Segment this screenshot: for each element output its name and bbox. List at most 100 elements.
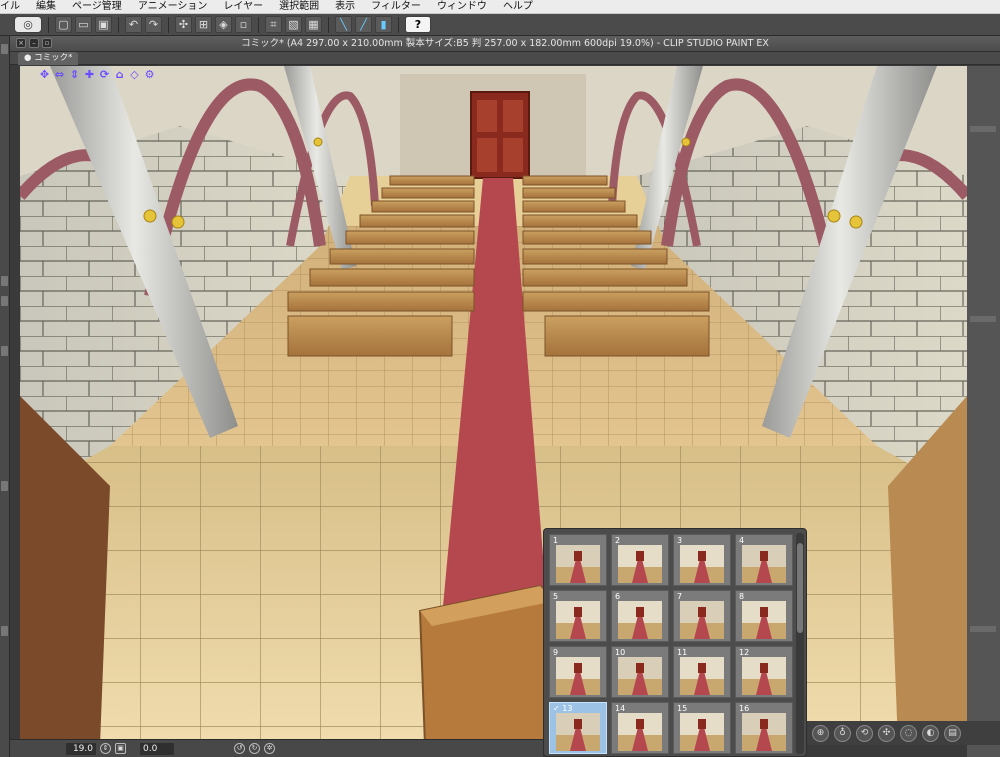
save-icon[interactable]: ▣	[95, 16, 112, 33]
preset-thumbnail[interactable]: 8	[735, 590, 793, 642]
preset-thumbnail[interactable]: 4	[735, 534, 793, 586]
fill-icon[interactable]: ◈	[215, 16, 232, 33]
menu-page-management[interactable]: ページ管理	[64, 0, 130, 14]
preset-scrollbar[interactable]	[796, 533, 804, 754]
menu-animation[interactable]: アニメーション	[130, 0, 216, 14]
scrollbar-thumb[interactable]	[797, 543, 803, 633]
zoom-fit-icon[interactable]: ▣	[115, 743, 126, 754]
canvas-area[interactable]	[20, 66, 967, 745]
preset-thumbnail-label: 11	[677, 648, 688, 657]
undo-icon[interactable]: ↶	[125, 16, 142, 33]
preset-thumbnail-label: 10	[615, 648, 626, 657]
menu-filter[interactable]: フィルター	[363, 0, 429, 14]
rotate-right-icon[interactable]: ↻	[249, 743, 260, 754]
dock-handle[interactable]	[1, 276, 8, 286]
menu-view[interactable]: 表示	[327, 0, 363, 14]
dock-handle[interactable]	[1, 346, 8, 356]
menu-edit[interactable]: 編集	[28, 0, 64, 14]
preset-thumbnail-label: 2	[615, 536, 621, 545]
preset-thumbnail-image	[618, 601, 662, 639]
object-list-icon[interactable]: ▤	[944, 724, 961, 742]
preset-thumbnail[interactable]: 5	[549, 590, 607, 642]
camera-tool-bar: ⊕ ♁ ⟲ ✣ ◌ ◐ ▤	[806, 721, 1000, 745]
preset-thumbnail[interactable]: 1	[549, 534, 607, 586]
preset-thumbnail[interactable]: 6	[611, 590, 669, 642]
dock-handle[interactable]	[1, 296, 8, 306]
snap-grid-icon[interactable]: ▮	[375, 16, 392, 33]
settings-object-icon[interactable]: ⚙	[143, 68, 156, 81]
preset-thumbnail-label: ✓ 13	[553, 704, 573, 713]
menu-help[interactable]: ヘルプ	[495, 0, 541, 14]
camera-orbit-icon[interactable]: ⟲	[856, 724, 873, 742]
preset-thumbnail-grid: 1 2 3 4 5 6 7 8 9 10 11 12 ✓ 13 14 15 16	[549, 534, 793, 755]
clear-icon[interactable]: ▫	[235, 16, 252, 33]
preset-thumbnail[interactable]: 12	[735, 646, 793, 698]
clip-studio-icon[interactable]: ◎	[14, 16, 42, 33]
crop-icon[interactable]: ⌗	[265, 16, 282, 33]
snap-icon[interactable]: ▦	[305, 16, 322, 33]
camera-lamp-icon[interactable]: ♁	[834, 724, 851, 742]
dock-handle[interactable]	[1, 44, 8, 54]
preset-thumbnail[interactable]: 7	[673, 590, 731, 642]
preset-thumbnail[interactable]: 10	[611, 646, 669, 698]
snap-ruler-icon[interactable]: ╲	[335, 16, 352, 33]
command-bar: ◎ ▢ ▭ ▣ ↶ ↷ ✣ ⊞ ◈ ▫ ⌗ ▧ ▦ ╲ ╱ ▮ ?	[0, 14, 1000, 36]
tab-comic[interactable]: ● コミック*	[18, 52, 79, 65]
preset-thumbnail-image	[742, 657, 786, 695]
move-camera-icon[interactable]: ✥	[38, 68, 51, 81]
camera-rotate-icon[interactable]: ⊕	[812, 724, 829, 742]
preset-thumbnail[interactable]: ✓ 13	[549, 702, 607, 754]
rotate-left-icon[interactable]: ↺	[234, 743, 245, 754]
menu-window[interactable]: ウィンドウ	[429, 0, 495, 14]
maximize-window-icon[interactable]: ▫	[42, 38, 52, 48]
zoom-stepper-icon[interactable]: ⇕	[100, 743, 111, 754]
select-icon[interactable]: ▧	[285, 16, 302, 33]
menu-file[interactable]: イル	[0, 0, 28, 14]
preset-thumbnail-label: 8	[739, 592, 745, 601]
close-window-icon[interactable]: ×	[16, 38, 26, 48]
preset-thumbnail-image	[556, 545, 600, 583]
help-button[interactable]: ?	[405, 16, 431, 33]
dock-handle[interactable]	[1, 481, 8, 491]
new-file-icon[interactable]: ▢	[55, 16, 72, 33]
material-icon[interactable]: ◐	[922, 724, 939, 742]
transform-icon[interactable]: ✣	[175, 16, 192, 33]
preset-thumbnail[interactable]: 15	[673, 702, 731, 754]
menu-selection[interactable]: 選択範囲	[271, 0, 327, 14]
preset-thumbnail[interactable]: 16	[735, 702, 793, 754]
vertical-move-icon[interactable]: ⇕	[68, 68, 81, 81]
pan-camera-icon[interactable]: ⇔	[53, 68, 66, 81]
rotate-icon[interactable]: ⟳	[98, 68, 111, 81]
camera-zoom-icon[interactable]: ◌	[900, 724, 917, 742]
plane-move-icon[interactable]: ✚	[83, 68, 96, 81]
camera-pan-icon[interactable]: ✣	[878, 724, 895, 742]
snap-special-ruler-icon[interactable]: ╱	[355, 16, 372, 33]
dock-handle[interactable]	[970, 126, 996, 132]
toolbar-divider	[258, 16, 259, 33]
toolbar-divider	[118, 16, 119, 33]
scale-icon[interactable]: ⊞	[195, 16, 212, 33]
ground-icon[interactable]: ◇	[128, 68, 141, 81]
preset-thumbnail-image	[680, 713, 724, 751]
dock-handle[interactable]	[970, 626, 996, 632]
flip-icon[interactable]: ✲	[264, 743, 275, 754]
preset-thumbnail[interactable]: 9	[549, 646, 607, 698]
3d-object-launcher: ✥ ⇔ ⇕ ✚ ⟳ ⌂ ◇ ⚙	[38, 68, 156, 81]
preset-thumbnail[interactable]: 2	[611, 534, 669, 586]
open-folder-icon[interactable]: ▭	[75, 16, 92, 33]
dock-handle[interactable]	[970, 316, 996, 322]
dock-handle[interactable]	[1, 626, 8, 636]
preset-thumbnail[interactable]: 14	[611, 702, 669, 754]
preset-thumbnail-label: 7	[677, 592, 683, 601]
preset-thumbnail[interactable]: 3	[673, 534, 731, 586]
canvas-status-bar: 19.0 ⇕ ▣ 0.0 ↺ ↻ ✲	[10, 739, 543, 757]
document-title: コミック* (A4 297.00 x 210.00mm 製本サイズ:B5 判 2…	[241, 38, 769, 49]
minimize-window-icon[interactable]: –	[29, 38, 39, 48]
rotation-value[interactable]: 0.0	[140, 742, 174, 755]
redo-icon[interactable]: ↷	[145, 16, 162, 33]
scale-object-icon[interactable]: ⌂	[113, 68, 126, 81]
preset-thumbnail[interactable]: 11	[673, 646, 731, 698]
toolbar-divider	[398, 16, 399, 33]
menu-layer[interactable]: レイヤー	[215, 0, 271, 14]
zoom-value[interactable]: 19.0	[66, 742, 96, 755]
